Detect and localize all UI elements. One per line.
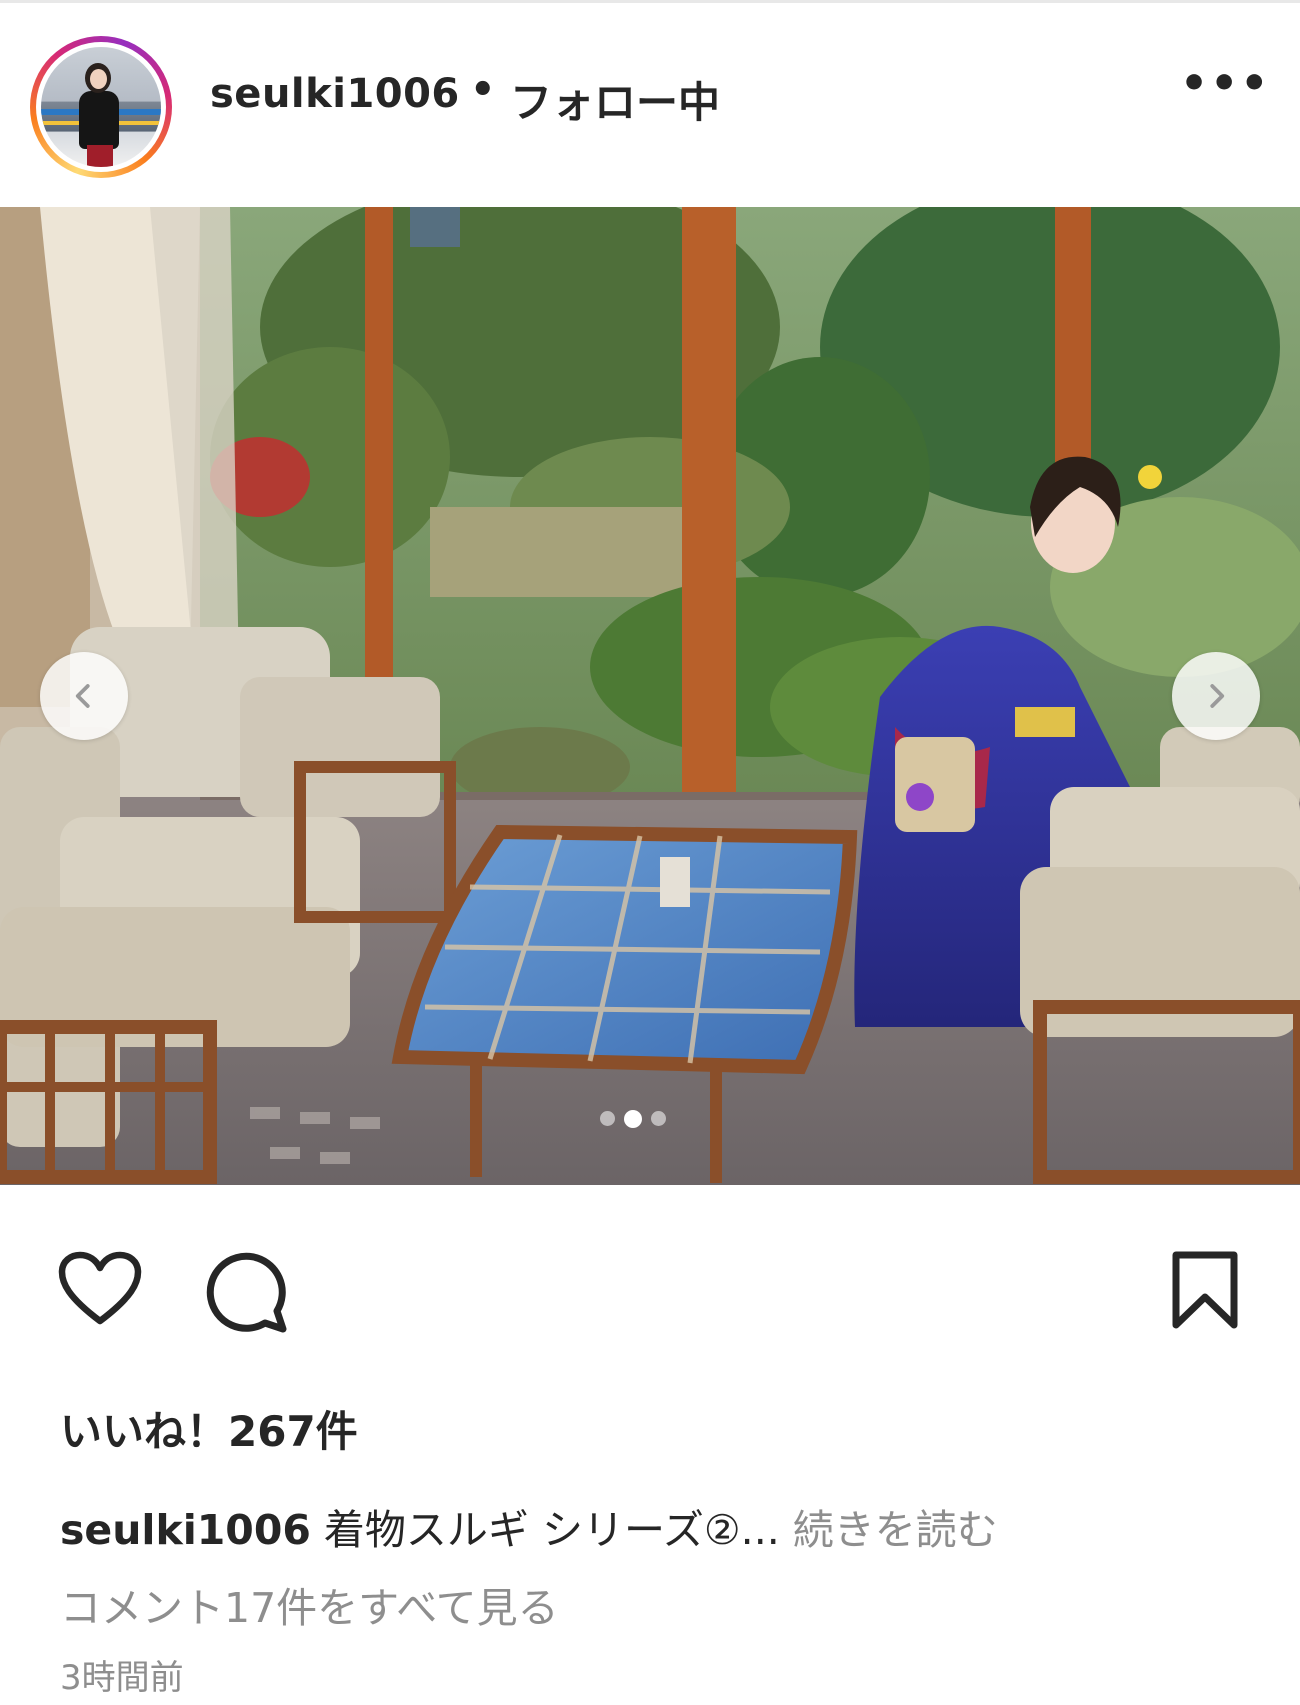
chevron-right-icon [1210,684,1225,708]
likes-count[interactable]: いいね！267件 [60,1398,358,1459]
avatar [41,47,161,167]
carousel-indicator [600,1110,666,1128]
like-button[interactable] [58,1251,142,1327]
post-timestamp: 3時間前 [60,1658,184,1698]
post-photo[interactable] [0,207,1300,1185]
following-status[interactable]: フォロー中 [510,69,720,130]
action-bar [0,1185,1300,1335]
bookmark-icon [1172,1251,1238,1329]
caption-username[interactable]: seulki1006 [60,1506,311,1554]
heart-icon [58,1251,142,1325]
more-options-icon[interactable]: ••• [1180,58,1270,109]
carousel-dot [651,1111,666,1126]
carousel-dot-active [624,1110,642,1128]
carousel-dot [600,1111,615,1126]
post-header: seulki1006 • フォロー中 ••• [0,3,1300,207]
comment-button[interactable] [205,1251,287,1333]
comment-bubble-icon [206,1252,287,1333]
view-all-comments-link[interactable]: コメント17件をすべて見る [60,1574,559,1634]
next-image-button[interactable] [1172,652,1260,740]
story-ring[interactable] [30,36,172,178]
read-more-link[interactable]: 続きを読む [780,1506,998,1554]
chevron-left-icon [75,684,90,708]
save-button[interactable] [1170,1251,1240,1331]
username-link[interactable]: seulki1006 [210,71,460,117]
previous-image-button[interactable] [40,652,128,740]
separator-dot: • [470,67,496,113]
caption: seulki1006 着物スルギ シリーズ②... 続きを読む [60,1496,998,1556]
photo-scene [0,207,1300,1185]
caption-text: 着物スルギ シリーズ②... [310,1506,780,1554]
